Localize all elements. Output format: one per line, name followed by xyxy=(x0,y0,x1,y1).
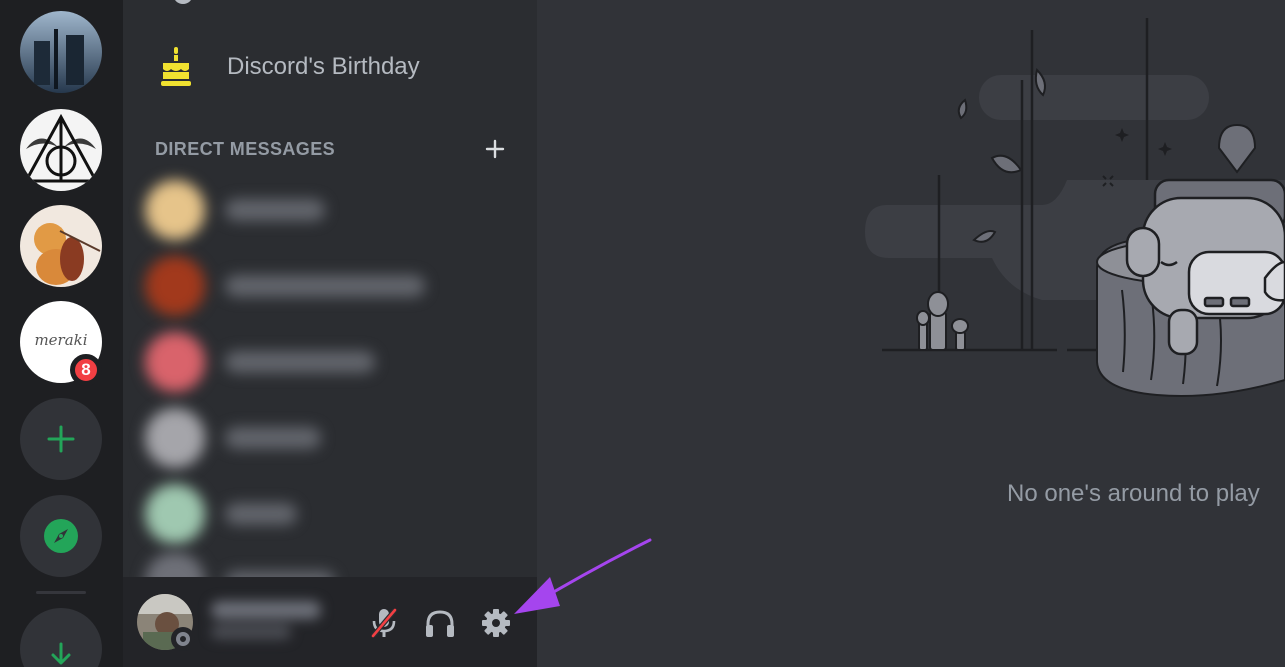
rail-separator xyxy=(36,591,86,594)
direct-messages-title: DIRECT MESSAGES xyxy=(155,138,336,159)
mute-microphone-icon xyxy=(371,608,397,638)
download-icon xyxy=(51,642,71,665)
main-content: No one's around to play xyxy=(537,0,1285,667)
dm-name-redacted xyxy=(225,351,375,373)
download-apps-button[interactable] xyxy=(20,608,102,667)
server-rail: meraki 8 xyxy=(0,0,123,667)
user-settings-button[interactable] xyxy=(476,603,516,643)
add-server-button[interactable] xyxy=(20,398,102,480)
dm-list-item[interactable] xyxy=(145,330,525,394)
avatar xyxy=(145,256,205,316)
birthday-label: Discord's Birthday xyxy=(227,53,420,80)
empty-state-text: No one's around to play xyxy=(1007,480,1260,507)
dm-list-item[interactable] xyxy=(145,254,525,318)
server-icon-cat-cello[interactable] xyxy=(20,205,102,287)
headphones-icon xyxy=(426,610,454,637)
meraki-logo-text: meraki xyxy=(34,331,88,349)
settings-gear-icon xyxy=(482,609,510,637)
username-redacted[interactable] xyxy=(201,577,333,667)
explore-servers-button[interactable] xyxy=(20,495,102,577)
compass-icon xyxy=(44,519,78,553)
dm-list-item[interactable] xyxy=(145,178,525,242)
server-icon-tenet[interactable] xyxy=(20,11,102,93)
dm-list-item[interactable] xyxy=(145,406,525,470)
avatar xyxy=(145,484,205,544)
plus-icon[interactable] xyxy=(485,139,505,159)
direct-messages-header: DIRECT MESSAGES xyxy=(155,136,505,162)
server-icon-deathly-hallows[interactable] xyxy=(20,109,102,191)
dm-name-redacted xyxy=(225,275,425,297)
avatar xyxy=(145,180,205,240)
mute-microphone-button[interactable] xyxy=(364,603,404,643)
status-indicator xyxy=(171,627,195,651)
dm-name-redacted xyxy=(225,199,325,221)
dm-sidebar: Discord's Birthday DIRECT MESSAGES xyxy=(123,0,537,667)
dm-list-item[interactable] xyxy=(145,482,525,546)
cake-icon xyxy=(161,47,191,86)
scrolled-item-fragment xyxy=(173,0,193,4)
dm-name-redacted xyxy=(225,503,297,525)
avatar xyxy=(145,332,205,392)
dm-name-redacted xyxy=(225,427,321,449)
offline-status-dot xyxy=(176,632,190,646)
avatar xyxy=(145,408,205,468)
mention-badge: 8 xyxy=(70,354,102,386)
user-panel xyxy=(123,577,537,667)
discords-birthday-link[interactable]: Discord's Birthday xyxy=(159,40,420,94)
wumpus-illustration xyxy=(865,18,1285,397)
plus-icon xyxy=(47,425,75,453)
deafen-button[interactable] xyxy=(420,603,460,643)
